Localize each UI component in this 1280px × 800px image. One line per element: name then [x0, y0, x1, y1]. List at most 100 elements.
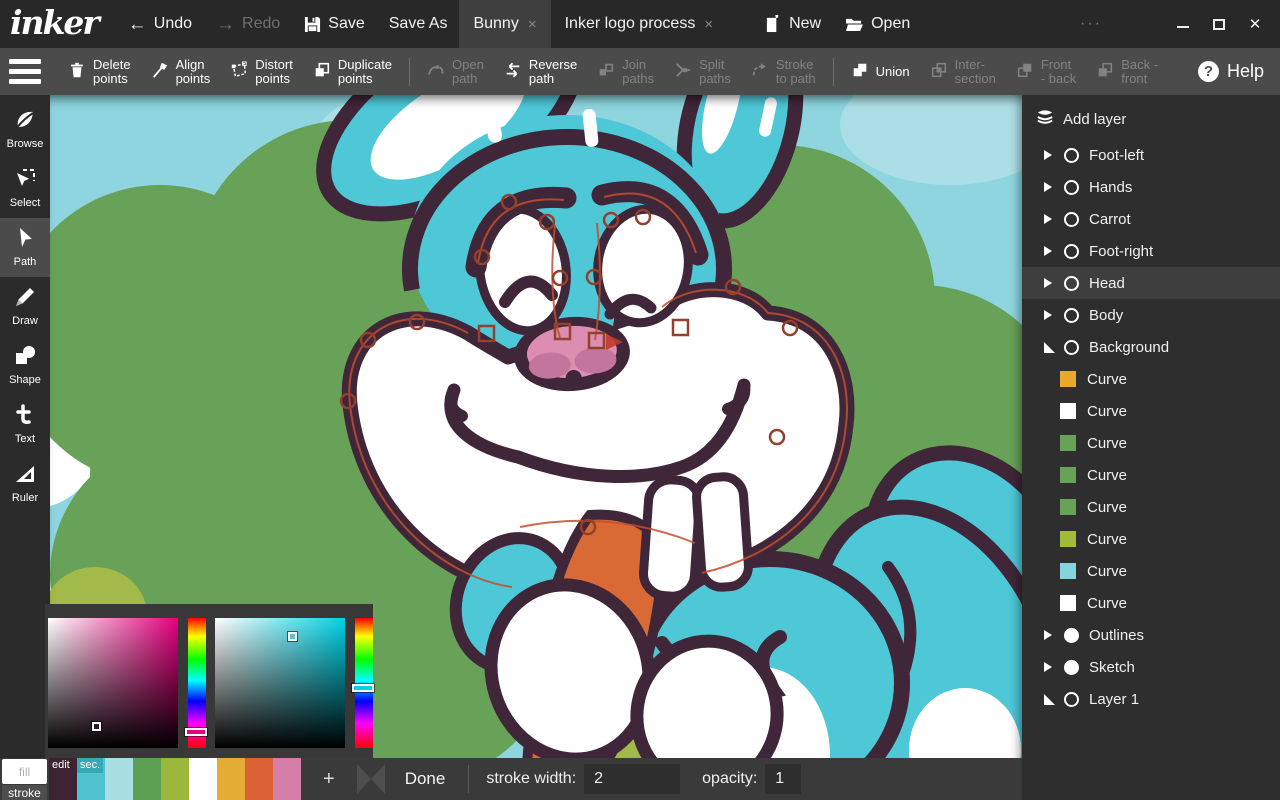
open-button[interactable]: Open: [833, 0, 922, 48]
distort-points-button[interactable]: Distortpoints: [220, 48, 303, 95]
add-swatch-button[interactable]: +: [317, 767, 341, 792]
layer-marker-icon[interactable]: [1064, 308, 1079, 323]
back-front-button[interactable]: Back -front: [1086, 48, 1168, 95]
expander-collapsed-icon[interactable]: [1044, 214, 1058, 224]
close-tab-icon[interactable]: ×: [528, 16, 537, 33]
layer-marker-icon[interactable]: [1064, 244, 1079, 259]
hue-cursor[interactable]: [185, 728, 207, 736]
expander-collapsed-icon[interactable]: [1044, 150, 1058, 160]
hue-cursor[interactable]: [352, 684, 374, 692]
save-button[interactable]: Save: [292, 0, 376, 48]
palette-swatch[interactable]: edit: [49, 758, 77, 800]
expander-collapsed-icon[interactable]: [1044, 278, 1058, 288]
open-path-button[interactable]: Openpath: [417, 48, 494, 95]
sv-cursor[interactable]: [92, 722, 101, 731]
curve-row[interactable]: Curve: [1022, 555, 1280, 587]
fill-saturation-value-area[interactable]: [48, 618, 178, 748]
tool-ruler[interactable]: Ruler: [0, 454, 50, 513]
curve-row[interactable]: Curve: [1022, 459, 1280, 491]
curve-row[interactable]: Curve: [1022, 395, 1280, 427]
curve-color-swatch[interactable]: [1060, 435, 1076, 451]
layer-marker-icon[interactable]: [1064, 276, 1079, 291]
layer-marker-icon[interactable]: [1064, 180, 1079, 195]
layer-row-hands[interactable]: Hands: [1022, 171, 1280, 203]
fill-hue-slider[interactable]: [188, 618, 206, 748]
palette-swatch[interactable]: [189, 758, 217, 800]
layer-row-layer-1[interactable]: Layer 1: [1022, 683, 1280, 715]
layer-row-head[interactable]: Head: [1022, 267, 1280, 299]
stroke-to-path-button[interactable]: Stroketo path: [741, 48, 826, 95]
curve-row[interactable]: Curve: [1022, 427, 1280, 459]
fill-stroke-widget[interactable]: fill stroke: [0, 758, 49, 800]
layer-marker-icon[interactable]: [1064, 692, 1079, 707]
tool-path[interactable]: Path: [0, 218, 50, 277]
layer-row-body[interactable]: Body: [1022, 299, 1280, 331]
tab-bunny[interactable]: Bunny ×: [459, 0, 550, 48]
curve-row[interactable]: Curve: [1022, 491, 1280, 523]
opacity-input[interactable]: 1: [765, 764, 801, 794]
layer-marker-icon[interactable]: [1064, 628, 1079, 643]
palette-swatch[interactable]: [245, 758, 273, 800]
reverse-path-button[interactable]: Reversepath: [494, 48, 587, 95]
fill-chip[interactable]: fill: [2, 759, 47, 784]
palette-swatch[interactable]: [105, 758, 133, 800]
edit-tab[interactable]: edit: [52, 759, 70, 771]
tool-shape[interactable]: Shape: [0, 336, 50, 395]
tab-inker-logo-process[interactable]: Inker logo process ×: [551, 0, 728, 48]
maximize-button[interactable]: [1208, 13, 1230, 35]
layer-marker-icon[interactable]: [1064, 660, 1079, 675]
curve-color-swatch[interactable]: [1060, 563, 1076, 579]
stroke-chip[interactable]: stroke: [2, 785, 47, 800]
layer-marker-icon[interactable]: [1064, 212, 1079, 227]
overflow-menu-icon[interactable]: ···: [1080, 15, 1102, 33]
duplicate-points-button[interactable]: Duplicatepoints: [303, 48, 402, 95]
layer-row-foot-left[interactable]: Foot-left: [1022, 139, 1280, 171]
curve-color-swatch[interactable]: [1060, 403, 1076, 419]
expander-expanded-icon[interactable]: [1044, 342, 1058, 353]
expander-expanded-icon[interactable]: [1044, 694, 1058, 705]
curve-color-swatch[interactable]: [1060, 531, 1076, 547]
join-paths-button[interactable]: Joinpaths: [587, 48, 664, 95]
new-button[interactable]: New: [753, 0, 833, 48]
curve-color-swatch[interactable]: [1060, 371, 1076, 387]
front-back-button[interactable]: Front- back: [1006, 48, 1086, 95]
align-points-button[interactable]: Alignpoints: [141, 48, 221, 95]
palette-swatch[interactable]: [133, 758, 161, 800]
sec-tab[interactable]: sec.: [77, 758, 103, 773]
add-layer-button[interactable]: Add layer: [1022, 95, 1280, 139]
expander-collapsed-icon[interactable]: [1044, 246, 1058, 256]
close-tab-icon[interactable]: ×: [704, 16, 713, 33]
layer-row-sketch[interactable]: Sketch: [1022, 651, 1280, 683]
tool-text[interactable]: Text: [0, 395, 50, 454]
palette-swatch[interactable]: [217, 758, 245, 800]
bowtie-icon[interactable]: [357, 764, 385, 794]
sv-cursor[interactable]: [288, 632, 297, 641]
palette-swatch[interactable]: [273, 758, 301, 800]
split-paths-button[interactable]: Splitpaths: [664, 48, 741, 95]
layer-row-carrot[interactable]: Carrot: [1022, 203, 1280, 235]
layer-marker-icon[interactable]: [1064, 148, 1079, 163]
layer-marker-icon[interactable]: [1064, 340, 1079, 355]
redo-button[interactable]: → Redo: [204, 0, 292, 48]
palette-swatch[interactable]: sec.: [77, 758, 105, 800]
stroke-hue-slider[interactable]: [355, 618, 373, 748]
undo-button[interactable]: ← Undo: [116, 0, 204, 48]
curve-row[interactable]: Curve: [1022, 363, 1280, 395]
curve-color-swatch[interactable]: [1060, 467, 1076, 483]
help-button[interactable]: ? Help: [1182, 61, 1280, 82]
layer-row-foot-right[interactable]: Foot-right: [1022, 235, 1280, 267]
palette-swatch[interactable]: [161, 758, 189, 800]
menu-hamburger-button[interactable]: [0, 48, 50, 95]
expander-collapsed-icon[interactable]: [1044, 182, 1058, 192]
tool-select[interactable]: Select: [0, 159, 50, 218]
stroke-width-input[interactable]: 2: [584, 764, 680, 794]
curve-row[interactable]: Curve: [1022, 523, 1280, 555]
curve-color-swatch[interactable]: [1060, 499, 1076, 515]
expander-collapsed-icon[interactable]: [1044, 310, 1058, 320]
delete-points-button[interactable]: Deletepoints: [58, 48, 141, 95]
layer-row-background[interactable]: Background: [1022, 331, 1280, 363]
tool-browse[interactable]: Browse: [0, 100, 50, 159]
curve-color-swatch[interactable]: [1060, 595, 1076, 611]
union-button[interactable]: Union: [841, 48, 920, 95]
save-as-button[interactable]: Save As: [377, 0, 460, 48]
